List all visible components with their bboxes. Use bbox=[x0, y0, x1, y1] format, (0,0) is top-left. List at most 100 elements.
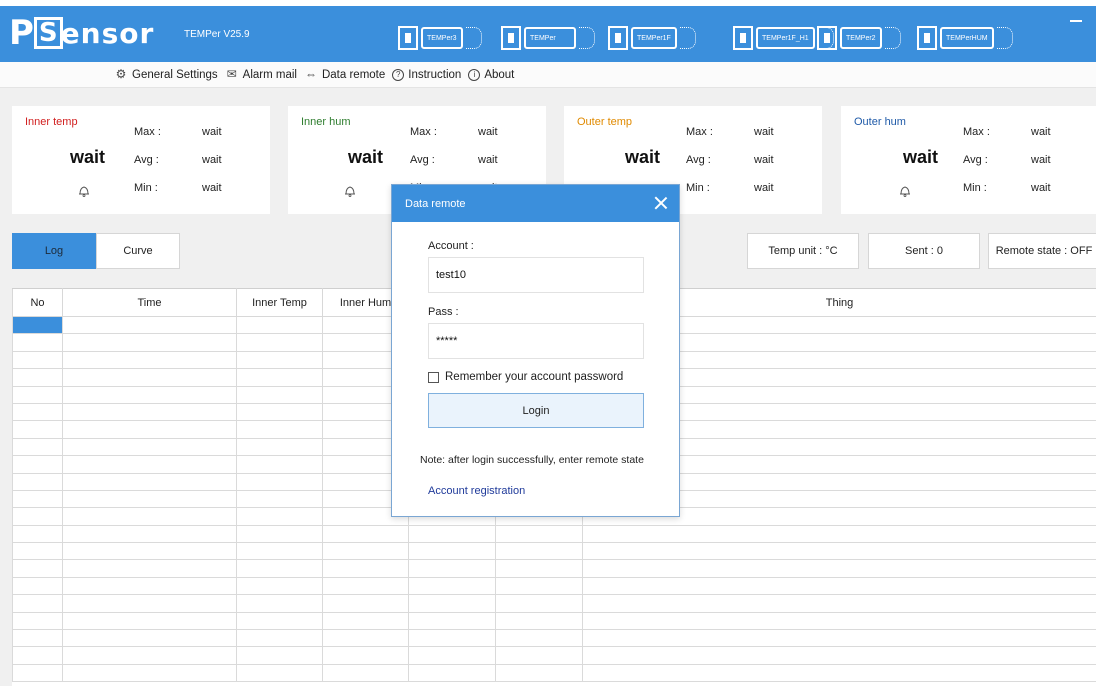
data-remote-dialog: Data remote Account : Pass : Remember yo… bbox=[391, 184, 680, 517]
device-label: TEMPer2 bbox=[840, 27, 882, 49]
table-cell bbox=[408, 542, 496, 561]
table-cell bbox=[582, 646, 1096, 665]
table-cell bbox=[62, 489, 237, 509]
usb-port-icon bbox=[501, 26, 521, 50]
table-cell bbox=[236, 576, 323, 596]
table-row[interactable] bbox=[12, 524, 1096, 544]
table-row[interactable] bbox=[12, 663, 1096, 683]
table-cell bbox=[62, 315, 237, 335]
device-0[interactable]: TEMPer3 bbox=[398, 24, 482, 52]
pcsensor-logo: P Sensor bbox=[9, 13, 155, 53]
avg-value: wait bbox=[202, 154, 222, 166]
table-cell bbox=[322, 594, 409, 613]
table-cell bbox=[408, 524, 496, 544]
table-cell bbox=[62, 559, 237, 578]
sensor-value: wait bbox=[625, 147, 661, 167]
table-row[interactable] bbox=[12, 542, 1096, 561]
table-cell bbox=[408, 663, 496, 683]
menu-item-3[interactable]: ? Instruction bbox=[392, 68, 461, 81]
temp-unit-indicator[interactable]: Temp unit : °C bbox=[747, 233, 859, 269]
table-cell bbox=[62, 455, 237, 474]
table-cell bbox=[322, 524, 409, 544]
account-registration-link[interactable]: Account registration bbox=[428, 485, 525, 497]
table-cell bbox=[582, 611, 1096, 631]
table-cell bbox=[236, 333, 323, 352]
avg-value: wait bbox=[478, 154, 498, 166]
password-input[interactable] bbox=[428, 323, 644, 359]
table-row[interactable] bbox=[12, 629, 1096, 648]
table-cell bbox=[12, 420, 63, 439]
table-cell bbox=[408, 559, 496, 578]
table-cell bbox=[236, 315, 323, 335]
avg-value: wait bbox=[754, 154, 774, 166]
tab-log[interactable]: Log bbox=[12, 233, 96, 269]
device-1[interactable]: TEMPer bbox=[501, 24, 595, 52]
device-5[interactable]: TEMPerHUM bbox=[917, 24, 1013, 52]
menu-item-0[interactable]: ⚙ General Settings bbox=[114, 66, 218, 81]
device-connector-icon bbox=[465, 27, 482, 49]
table-cell bbox=[236, 611, 323, 631]
sensor-value: wait bbox=[70, 147, 106, 167]
max-label: Max : bbox=[134, 126, 161, 138]
avg-label: Avg : bbox=[686, 154, 711, 166]
device-4[interactable]: TEMPer2 bbox=[817, 24, 901, 52]
device-label: TEMPer1F_H1 bbox=[756, 27, 815, 49]
alarm-bell-icon[interactable] bbox=[898, 184, 912, 198]
column-header-2[interactable]: Inner Temp bbox=[236, 288, 323, 317]
device-connector-icon bbox=[884, 27, 901, 49]
table-row[interactable] bbox=[12, 559, 1096, 578]
table-cell bbox=[236, 507, 323, 526]
login-button[interactable]: Login bbox=[428, 393, 644, 428]
view-tabs: Log Curve bbox=[12, 233, 180, 269]
alarm-bell-icon[interactable] bbox=[77, 184, 91, 198]
table-cell bbox=[236, 663, 323, 683]
table-cell bbox=[322, 559, 409, 578]
menu-item-label: General Settings bbox=[132, 68, 218, 81]
pass-label: Pass : bbox=[428, 306, 459, 318]
table-cell bbox=[495, 629, 583, 648]
device-connector-icon bbox=[579, 27, 595, 49]
menu-item-4[interactable]: i About bbox=[468, 68, 514, 81]
usb-port-icon bbox=[608, 26, 628, 50]
app-version: TEMPer V25.9 bbox=[184, 29, 250, 40]
table-cell bbox=[236, 472, 323, 491]
table-cell bbox=[62, 333, 237, 352]
table-row[interactable] bbox=[12, 594, 1096, 613]
table-cell bbox=[12, 350, 63, 370]
info-icon: i bbox=[468, 68, 481, 81]
table-cell bbox=[12, 333, 63, 352]
device-label: TEMPer bbox=[524, 27, 576, 49]
menu-item-1[interactable]: ✉ Alarm mail bbox=[225, 68, 297, 81]
table-row[interactable] bbox=[12, 646, 1096, 665]
table-row[interactable] bbox=[12, 576, 1096, 596]
sent-counter: Sent : 0 bbox=[868, 233, 980, 269]
account-input[interactable] bbox=[428, 257, 644, 293]
remember-password-row[interactable]: Remember your account password bbox=[428, 371, 623, 383]
table-cell bbox=[236, 489, 323, 509]
close-icon[interactable] bbox=[652, 194, 670, 212]
menu-item-2[interactable]: ⇔ Data remote bbox=[304, 68, 385, 81]
table-cell bbox=[236, 402, 323, 422]
table-row[interactable] bbox=[12, 611, 1096, 631]
table-cell bbox=[62, 663, 237, 683]
sensor-card-0: Inner temp wait Max : wait Avg : wait Min : wai… bbox=[12, 106, 270, 214]
gear-icon: ⚙ bbox=[115, 66, 127, 81]
remember-password-checkbox[interactable] bbox=[428, 371, 439, 383]
usb-port-icon bbox=[917, 26, 937, 50]
title-bar: P Sensor TEMPer V25.9 TEMPer3 TEMPer TEMPer… bbox=[0, 0, 1096, 62]
table-cell bbox=[495, 663, 583, 683]
column-header-1[interactable]: Time bbox=[62, 288, 237, 317]
table-cell bbox=[236, 385, 323, 404]
minimize-button[interactable] bbox=[1070, 20, 1082, 22]
table-cell bbox=[495, 646, 583, 665]
device-2[interactable]: TEMPer1F bbox=[608, 24, 696, 52]
alarm-bell-icon[interactable] bbox=[343, 184, 357, 198]
tab-curve[interactable]: Curve bbox=[96, 233, 180, 269]
column-header-0[interactable]: No bbox=[12, 288, 63, 317]
table-cell bbox=[582, 629, 1096, 648]
table-cell bbox=[62, 524, 237, 544]
table-cell bbox=[12, 559, 63, 578]
table-cell bbox=[322, 576, 409, 596]
table-cell bbox=[12, 524, 63, 544]
account-label: Account : bbox=[428, 240, 474, 252]
